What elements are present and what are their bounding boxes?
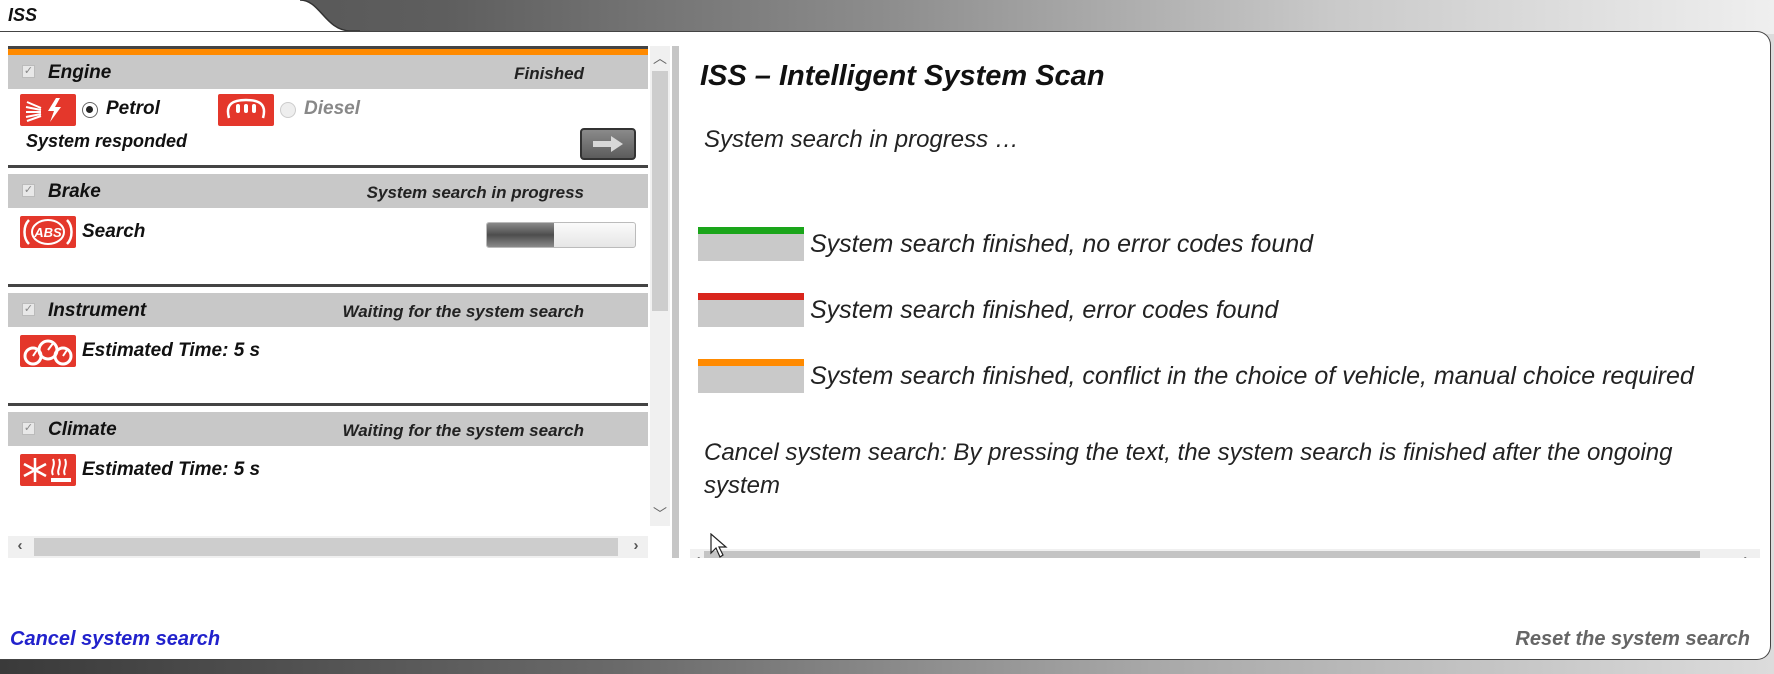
system-status: Waiting for the system search [342,302,584,321]
search-progress-text: System search in progress … [704,126,1019,153]
system-header[interactable]: ✓ Brake System search in progress [8,174,648,208]
svg-text:ABS: ABS [33,225,62,240]
climate-icon [20,454,76,486]
reset-system-search-link[interactable]: Reset the system search [1515,628,1750,651]
legend-text: System search finished, error codes foun… [810,296,1279,324]
scroll-up-icon[interactable]: ︿ [650,48,670,68]
legend-text: System search finished, no error codes f… [810,230,1314,258]
system-list-horizontal-scrollbar[interactable]: ‹ › [8,536,648,558]
system-status: Waiting for the system search [342,421,584,440]
cancel-system-search-link[interactable]: Cancel system search [10,628,220,651]
search-progress-bar [486,222,636,248]
petrol-label: Petrol [106,98,160,119]
scroll-left-icon[interactable]: ‹ [10,537,30,554]
system-status: Finished [514,64,584,83]
scroll-right-icon[interactable]: › [1736,551,1756,558]
system-instrument[interactable]: ✓ Instrument Waiting for the system sear… [8,284,648,403]
system-name: Instrument [48,300,147,321]
scroll-down-icon[interactable]: ﹀ [650,504,670,524]
info-title: ISS – Intelligent System Scan [700,60,1105,92]
scroll-thumb[interactable] [704,551,1700,558]
cancel-info-text: Cancel system search: By pressing the te… [704,439,1673,499]
system-header[interactable]: ✓ Instrument Waiting for the system sear… [8,293,648,327]
system-header[interactable]: ✓ Engine Finished [8,55,648,89]
pane-splitter[interactable] [672,46,679,558]
estimated-time: Estimated Time: 5 s [82,459,261,480]
system-list: ✓ Engine Finished Petrol Diesel System r… [8,46,648,526]
scroll-right-icon[interactable]: › [626,537,646,554]
system-climate[interactable]: ✓ Climate Waiting for the system search [8,403,648,522]
legend-swatch [698,359,804,393]
scroll-thumb[interactable] [34,538,618,556]
system-header[interactable]: ✓ Climate Waiting for the system search [8,412,648,446]
system-name: Engine [48,62,112,83]
status-color-bar [8,46,648,55]
system-checkbox[interactable]: ✓ [22,303,35,316]
next-button[interactable] [580,128,636,160]
system-body-text: Search [82,221,146,242]
legend-swatch [698,293,804,327]
system-status: System search in progress [366,183,584,202]
system-brake[interactable]: ✓ Brake System search in progress ABS Se… [8,165,648,284]
petrol-radio[interactable] [82,102,98,118]
system-engine[interactable]: ✓ Engine Finished Petrol Diesel System r… [8,46,648,165]
instrument-cluster-icon [20,335,76,367]
system-checkbox[interactable]: ✓ [22,184,35,197]
legend-swatch [698,227,804,261]
scroll-thumb[interactable] [652,71,668,311]
abs-icon: ABS [20,216,76,248]
diesel-glow-plug-icon [218,94,274,126]
system-body-text: System responded [26,131,188,151]
legend-text: System search finished, conflict in the … [810,362,1694,390]
divider-line [8,284,648,287]
system-checkbox[interactable]: ✓ [22,65,35,78]
divider-line [8,403,648,406]
system-checkbox[interactable]: ✓ [22,422,35,435]
info-horizontal-scrollbar[interactable]: ‹ › [690,549,1760,558]
info-pane: ISS – Intelligent System Scan System sea… [690,46,1760,558]
main-panel: ✓ Engine Finished Petrol Diesel System r… [0,31,1771,660]
system-name: Brake [48,181,101,202]
system-list-vertical-scrollbar[interactable]: ︿ ﹀ [650,46,670,526]
diesel-label: Diesel [304,98,360,119]
iss-tab[interactable]: ISS [0,0,300,34]
progress-fill [487,223,554,247]
tab-title: ISS [8,5,38,25]
diesel-radio[interactable] [280,102,296,118]
estimated-time: Estimated Time: 5 s [82,340,261,361]
petrol-injection-icon [20,94,76,126]
mouse-cursor-icon [710,533,728,558]
arrow-right-icon [593,136,623,152]
divider-line [8,165,648,168]
system-name: Climate [48,419,117,440]
tab-curve [290,0,360,34]
